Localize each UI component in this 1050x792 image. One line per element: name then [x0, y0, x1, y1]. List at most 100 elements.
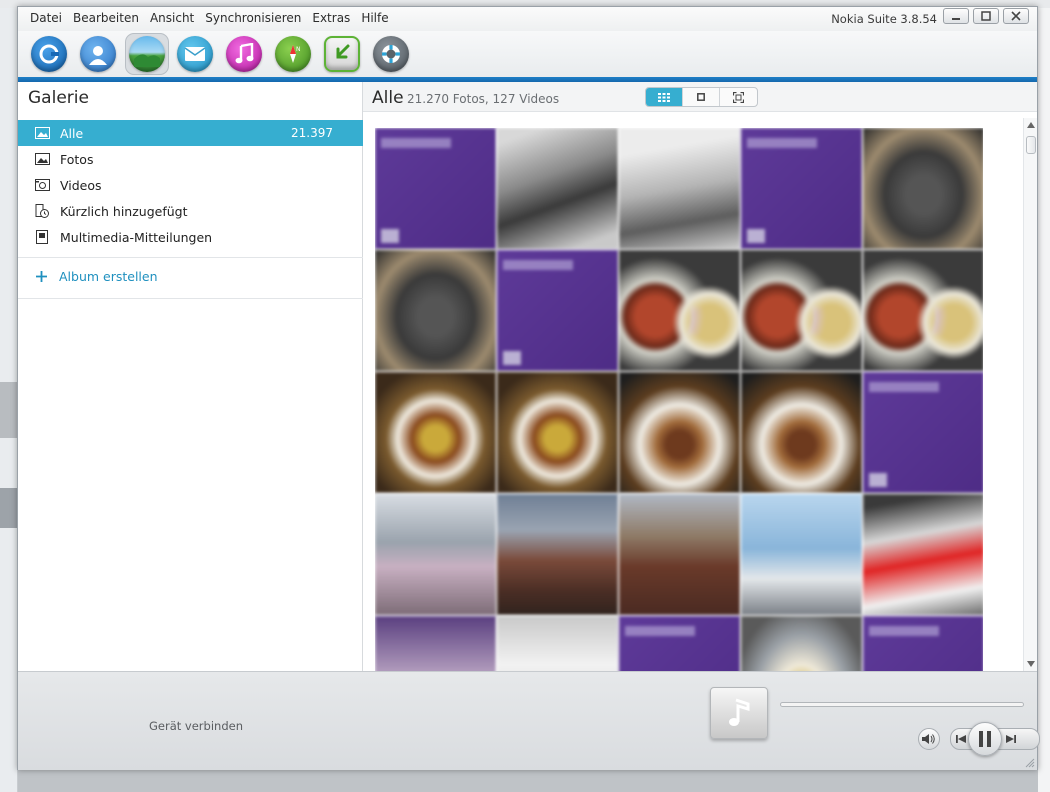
contacts-tool-button[interactable] [79, 35, 117, 73]
maximize-button[interactable] [973, 8, 999, 24]
mms-icon [34, 230, 50, 244]
photo-thumbnail[interactable] [741, 250, 862, 371]
videos-icon [34, 178, 50, 192]
sidebar-item-count: 21.397 [291, 126, 333, 140]
store-tool-button[interactable] [323, 35, 361, 73]
photo-thumbnail[interactable] [497, 372, 618, 493]
maps-tool-button[interactable]: N [274, 35, 312, 73]
resize-grip-icon[interactable] [1023, 756, 1035, 768]
photo-thumbnail[interactable] [497, 128, 618, 249]
grid-view-button[interactable] [646, 88, 683, 106]
sidebar-item-label: Videos [60, 177, 102, 193]
photo-thumbnail[interactable] [619, 494, 740, 615]
desktop-background-right [1038, 8, 1050, 792]
sidebar-item-multimedia-mitteilungen[interactable]: Multimedia-Mitteilungen [18, 224, 363, 250]
fullscreen-icon [733, 91, 744, 103]
photo-thumbnail[interactable] [375, 494, 496, 615]
photo-thumbnail[interactable] [619, 616, 740, 676]
sidebar-divider [18, 298, 363, 299]
menu-bar: Datei Bearbeiten Ansicht Synchronisieren… [30, 11, 389, 25]
support-lifebuoy-icon [373, 36, 409, 72]
messages-envelope-icon [177, 36, 213, 72]
single-view-button[interactable] [683, 88, 720, 106]
photo-thumbnail[interactable] [741, 494, 862, 615]
fullscreen-view-button[interactable] [720, 88, 757, 106]
create-album-label: Album erstellen [59, 269, 158, 284]
pause-button[interactable] [968, 722, 1002, 756]
app-toolbar: N [18, 31, 1037, 77]
create-album-button[interactable]: Album erstellen [36, 269, 158, 284]
maximize-icon [981, 11, 991, 21]
menu-bearbeiten[interactable]: Bearbeiten [73, 11, 139, 25]
sidebar-item-fotos[interactable]: Fotos [18, 146, 363, 172]
photo-thumbnail[interactable] [497, 250, 618, 371]
thumbnail-grid [375, 128, 983, 676]
sidebar-item-label: Kürzlich hinzugefügt [60, 203, 188, 219]
photo-thumbnail[interactable] [375, 616, 496, 676]
photo-thumbnail[interactable] [619, 372, 740, 493]
music-tool-button[interactable] [225, 35, 263, 73]
sidebar-item-label: Fotos [60, 151, 94, 167]
playback-progress-bar[interactable] [780, 702, 1024, 707]
volume-button[interactable] [918, 728, 940, 750]
nokia-suite-window: Datei Bearbeiten Ansicht Synchronisieren… [17, 6, 1040, 770]
menu-extras[interactable]: Extras [312, 11, 350, 25]
menu-hilfe[interactable]: Hilfe [361, 11, 388, 25]
photo-thumbnail[interactable] [863, 372, 983, 493]
scroll-up-button[interactable] [1026, 120, 1036, 130]
all-images-icon [34, 126, 50, 140]
photos-icon [34, 152, 50, 166]
photo-thumbnail[interactable] [497, 616, 618, 676]
menu-synchronisieren[interactable]: Synchronisieren [205, 11, 301, 25]
photo-thumbnail[interactable] [863, 494, 983, 615]
next-button[interactable] [1001, 730, 1021, 748]
home-tool-button[interactable] [30, 35, 68, 73]
contacts-person-icon [80, 36, 116, 72]
album-art [710, 687, 768, 739]
previous-icon [956, 735, 966, 743]
photo-thumbnail[interactable] [741, 372, 862, 493]
photo-thumbnail[interactable] [863, 616, 983, 676]
sidebar-divider [18, 257, 363, 258]
scroll-thumb[interactable] [1026, 136, 1036, 154]
sidebar-item-kuerzlich-hinzugefuegt[interactable]: Kürzlich hinzugefügt [18, 198, 363, 224]
menu-ansicht[interactable]: Ansicht [150, 11, 194, 25]
photo-thumbnail[interactable] [497, 494, 618, 615]
gallery-category-list: Alle 21.397 Fotos Videos Kürzlich hinzug… [18, 120, 363, 250]
gallery-sidebar: Galerie Alle 21.397 Fotos Videos Kürzlic… [18, 82, 363, 671]
menu-datei[interactable]: Datei [30, 11, 62, 25]
scroll-down-button[interactable] [1026, 659, 1036, 669]
messages-tool-button[interactable] [176, 35, 214, 73]
svg-text:N: N [296, 46, 301, 53]
page-title: Alle [372, 88, 404, 108]
close-button[interactable] [1003, 8, 1029, 24]
photo-thumbnail[interactable] [741, 128, 862, 249]
gallery-scrollbar[interactable] [1023, 118, 1037, 671]
sidebar-item-videos[interactable]: Videos [18, 172, 363, 198]
grid-view-icon [658, 92, 670, 102]
next-icon [1006, 735, 1016, 743]
plus-icon [36, 271, 47, 282]
sidebar-item-alle[interactable]: Alle 21.397 [18, 120, 363, 146]
connect-device-status[interactable]: Gerät verbinden [149, 719, 243, 733]
close-icon [1011, 11, 1021, 21]
photo-thumbnail[interactable] [619, 250, 740, 371]
minimize-button[interactable] [943, 8, 969, 24]
player-bar: Gerät verbinden [18, 671, 1040, 770]
photo-thumbnail[interactable] [375, 128, 496, 249]
support-tool-button[interactable] [372, 35, 410, 73]
photo-thumbnail[interactable] [863, 128, 983, 249]
gallery-landscape-icon [129, 36, 165, 72]
photo-thumbnail[interactable] [375, 372, 496, 493]
sidebar-title: Galerie [28, 88, 89, 108]
photo-thumbnail[interactable] [863, 250, 983, 371]
photo-thumbnail[interactable] [741, 616, 862, 676]
nokia-suite-icon [31, 36, 67, 72]
photo-thumbnail[interactable] [375, 250, 496, 371]
gallery-tool-button[interactable] [125, 33, 169, 75]
minimize-icon [952, 18, 960, 20]
music-note-icon [729, 698, 750, 726]
title-bar: Datei Bearbeiten Ansicht Synchronisieren… [18, 7, 1037, 31]
triangle-up-icon [1027, 122, 1035, 128]
photo-thumbnail[interactable] [619, 128, 740, 249]
